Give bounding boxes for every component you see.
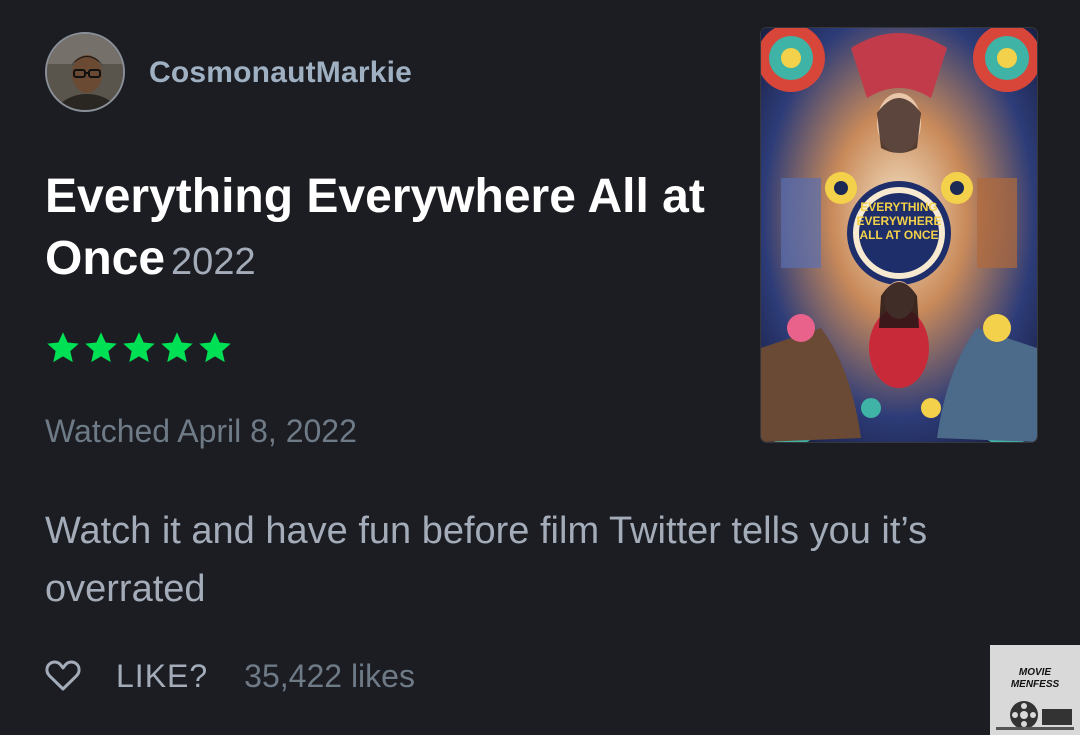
- like-button[interactable]: LIKE?: [116, 658, 208, 695]
- like-count[interactable]: 35,422 likes: [244, 658, 415, 695]
- watermark-line: MOVIE: [1019, 667, 1052, 678]
- watermark-line: MENFESS: [1011, 679, 1060, 690]
- film-year[interactable]: 2022: [171, 241, 256, 283]
- star-icon: [47, 332, 79, 363]
- star-icon: [161, 332, 193, 363]
- film-poster[interactable]: EVERYTHING EVERYWHERE ALL AT ONCE: [761, 28, 1037, 442]
- username[interactable]: CosmonautMarkie: [149, 56, 412, 90]
- watched-date: Watched April 8, 2022: [45, 413, 357, 449]
- star-icon: [199, 332, 231, 363]
- star-icon: [123, 332, 155, 363]
- poster-title-line: EVERYWHERE: [857, 214, 942, 228]
- like-row: LIKE? 35,422 likes: [45, 654, 415, 698]
- heart-outline-icon[interactable]: [45, 660, 81, 692]
- film-title[interactable]: Everything Everywhere All at Once: [45, 170, 705, 285]
- review-text: Watch it and have fun before film Twitte…: [45, 510, 928, 610]
- film-title-heading: Everything Everywhere All at Once 2022: [45, 166, 745, 293]
- star-rating: [45, 330, 233, 366]
- poster-title-line: EVERYTHING: [860, 200, 938, 214]
- watermark-logo: MOVIE MENFESS: [990, 645, 1080, 735]
- poster-title-line: ALL AT ONCE: [859, 228, 938, 242]
- star-icon: [85, 332, 117, 363]
- user-avatar[interactable]: [45, 32, 125, 112]
